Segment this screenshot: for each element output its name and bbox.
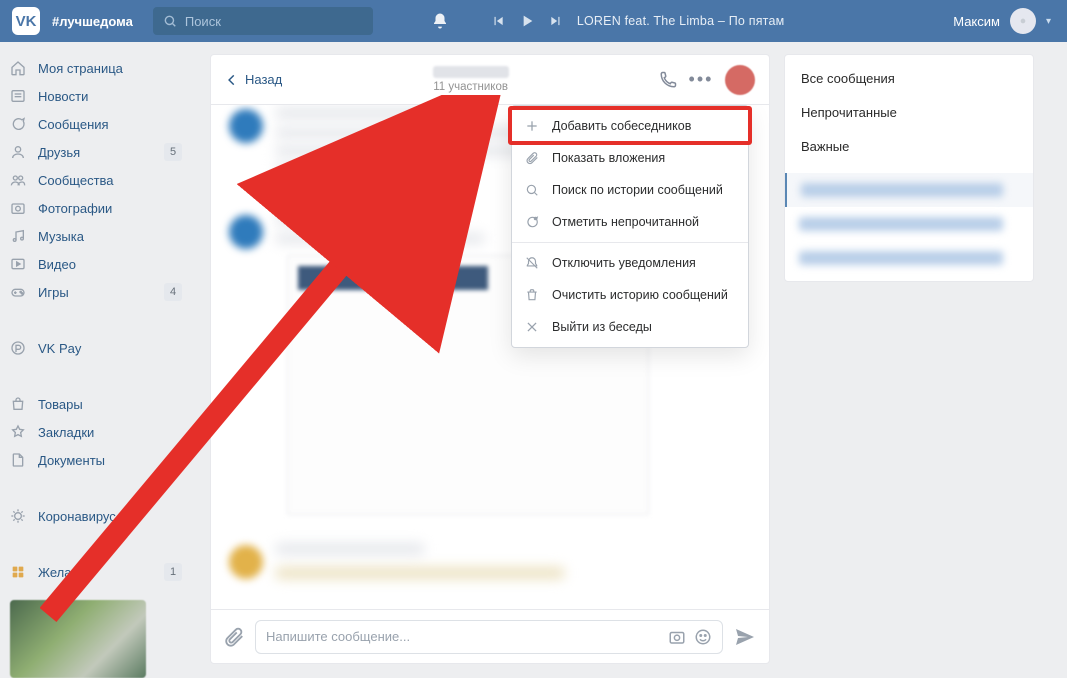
right-column: Все сообщения Непрочитанные Важные [784, 42, 1034, 678]
user-avatar [1010, 8, 1036, 34]
bookmarks-icon [8, 424, 28, 440]
notifications-icon[interactable] [431, 12, 449, 30]
video-icon [8, 256, 28, 272]
dd-show-attachments[interactable]: Показать вложения [512, 142, 748, 174]
mute-icon [524, 256, 540, 270]
message-input-bar: Напишите сообщение... [211, 609, 769, 663]
nav-vkpay[interactable]: VK Pay [0, 334, 190, 362]
nav-docs[interactable]: Документы [0, 446, 190, 474]
app-header: VK #лучшедома Поиск LOREN feat. The Limb… [0, 0, 1067, 42]
dd-leave-chat[interactable]: Выйти из беседы [512, 311, 748, 343]
emoji-icon[interactable] [694, 628, 712, 646]
pay-icon [8, 340, 28, 356]
photo-icon[interactable] [668, 628, 686, 646]
badge: 5 [164, 143, 182, 161]
header-tagline: #лучшедома [52, 14, 133, 29]
filter-important[interactable]: Важные [785, 129, 1033, 163]
center-column: Назад 11 участников ••• [210, 42, 770, 678]
messages-icon [8, 116, 28, 132]
attachment-icon [524, 151, 540, 165]
docs-icon [8, 452, 28, 468]
nav-wish[interactable]: Желания1 [0, 558, 190, 586]
nav-list: Моя страница Новости Сообщения Друзья5 С… [0, 54, 190, 586]
dd-search-history[interactable]: Поиск по истории сообщений [512, 174, 748, 206]
search-icon [163, 14, 177, 28]
nav-bookmarks[interactable]: Закладки [0, 418, 190, 446]
nav-my-page[interactable]: Моя страница [0, 54, 190, 82]
back-label: Назад [245, 72, 282, 87]
nav-games[interactable]: Игры4 [0, 278, 190, 306]
nav-video[interactable]: Видео [0, 250, 190, 278]
chat-title[interactable]: 11 участников [292, 66, 649, 93]
nav-friends[interactable]: Друзья5 [0, 138, 190, 166]
chevron-down-icon: ▾ [1046, 16, 1051, 27]
filter-folder-2[interactable] [785, 207, 1033, 241]
games-icon [8, 284, 28, 300]
badge: 4 [164, 283, 182, 301]
chevron-left-icon [225, 73, 239, 87]
nav-market[interactable]: Товары [0, 390, 190, 418]
photos-icon [8, 200, 28, 216]
chat-header: Назад 11 участников ••• [211, 55, 769, 105]
dd-mark-unread[interactable]: Отметить непрочитанной [512, 206, 748, 238]
chat-avatar[interactable] [725, 65, 755, 95]
main-layout: Моя страница Новости Сообщения Друзья5 С… [0, 42, 1067, 678]
sidebar-thumbnail[interactable] [10, 600, 146, 678]
chat-participants: 11 участников [433, 81, 508, 93]
user-menu[interactable]: Максим ▾ [953, 8, 1051, 34]
friends-icon [8, 144, 28, 160]
attach-button[interactable] [223, 626, 245, 648]
player-prev-icon[interactable] [491, 14, 505, 28]
unread-icon [524, 215, 540, 229]
nav-photos[interactable]: Фотографии [0, 194, 190, 222]
chat-actions-dropdown: Добавить собеседников Показать вложения … [511, 105, 749, 348]
filter-unread[interactable]: Непрочитанные [785, 95, 1033, 129]
plus-icon [524, 119, 540, 133]
more-menu-button[interactable]: ••• [687, 66, 715, 94]
vk-logo[interactable]: VK [12, 7, 40, 35]
nav-music[interactable]: Музыка [0, 222, 190, 250]
nav-news[interactable]: Новости [0, 82, 190, 110]
back-button[interactable]: Назад [225, 72, 282, 87]
search-placeholder: Поиск [185, 14, 221, 29]
chat-name-blurred [433, 66, 509, 78]
filter-folder-3[interactable] [785, 241, 1033, 275]
badge: 1 [164, 563, 182, 581]
wish-icon [8, 564, 28, 580]
groups-icon [8, 172, 28, 188]
filters-card: Все сообщения Непрочитанные Важные [784, 54, 1034, 282]
home-icon [8, 60, 28, 76]
feed-icon [8, 88, 28, 104]
close-icon [524, 320, 540, 334]
user-name: Максим [953, 14, 1000, 29]
now-playing-text[interactable]: LOREN feat. The Limba – По пятам [577, 14, 785, 28]
music-icon [8, 228, 28, 244]
chat-card: Назад 11 участников ••• [210, 54, 770, 664]
nav-covid[interactable]: Коронавирус [0, 502, 190, 530]
player-next-icon[interactable] [549, 14, 563, 28]
call-icon[interactable] [659, 71, 677, 89]
search-icon [524, 183, 540, 197]
nav-groups[interactable]: Сообщества [0, 166, 190, 194]
market-icon [8, 396, 28, 412]
message-placeholder: Напишите сообщение... [266, 629, 660, 644]
virus-icon [8, 508, 28, 524]
search-input[interactable]: Поиск [153, 7, 373, 35]
left-sidebar: Моя страница Новости Сообщения Друзья5 С… [0, 42, 190, 678]
player-play-icon[interactable] [519, 13, 535, 29]
message-input[interactable]: Напишите сообщение... [255, 620, 723, 654]
nav-messages[interactable]: Сообщения [0, 110, 190, 138]
dd-clear-history[interactable]: Очистить историю сообщений [512, 279, 748, 311]
dd-add-members[interactable]: Добавить собеседников [512, 110, 748, 142]
chat-body: Добавить собеседников Показать вложения … [211, 105, 769, 609]
dd-mute[interactable]: Отключить уведомления [512, 247, 748, 279]
trash-icon [524, 288, 540, 302]
send-button[interactable] [733, 625, 757, 649]
music-player: LOREN feat. The Limba – По пятам [491, 13, 785, 29]
filter-all[interactable]: Все сообщения [785, 61, 1033, 95]
filter-folder-1[interactable] [785, 173, 1033, 207]
